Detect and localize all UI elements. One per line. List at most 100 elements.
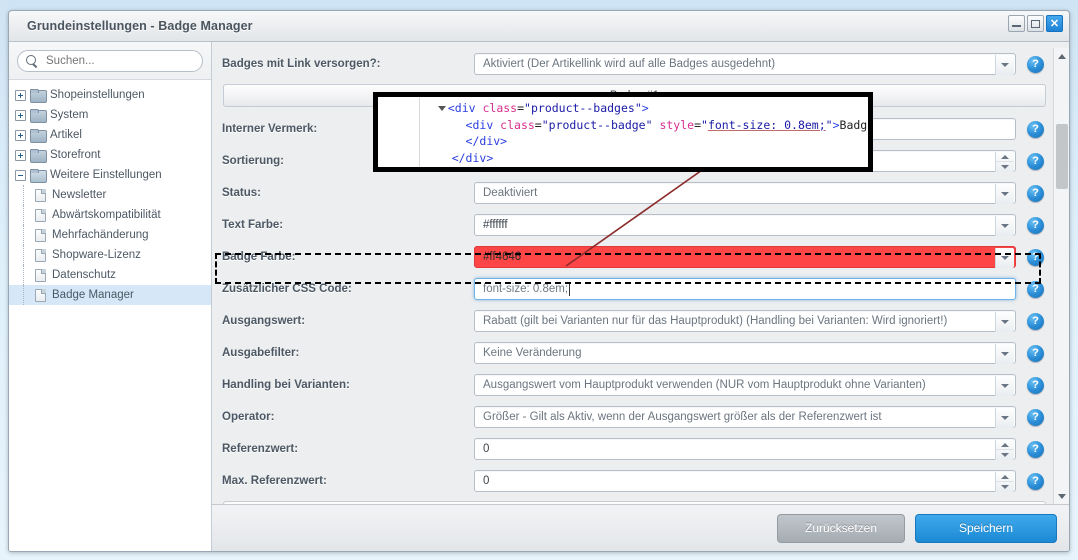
scrollbar-track[interactable] (1054, 64, 1070, 488)
field-control: #ff4646 (474, 246, 1016, 268)
form-row: Referenzwert: 0? (220, 433, 1049, 465)
vertical-scrollbar[interactable] (1053, 48, 1069, 504)
search-box[interactable] (17, 50, 203, 72)
sidebar-item-label: Mehrfachänderung (52, 229, 149, 241)
sidebar-item-system[interactable]: System (9, 105, 211, 125)
help-icon[interactable]: ? (1027, 440, 1044, 458)
sidebar-item-label: Datenschutz (52, 269, 116, 281)
close-button[interactable]: ✕ (1046, 15, 1063, 32)
select-field[interactable]: Rabatt (gilt bei Varianten nur für das H… (474, 310, 1016, 332)
stepper-up-button[interactable] (996, 440, 1014, 450)
field-value: Rabatt (gilt bei Varianten nur für das H… (483, 315, 948, 327)
field-label: Zusätzlicher CSS Code: (222, 283, 352, 295)
sidebar-item-shopeinstellungen[interactable]: Shopeinstellungen (9, 85, 211, 105)
number-field[interactable]: 0 (474, 470, 1016, 492)
stepper-up-button[interactable] (996, 472, 1014, 482)
help-icon[interactable]: ? (1027, 376, 1044, 394)
dropdown-arrow-button[interactable] (995, 184, 1014, 204)
form-row: Ausgangswert: Rabatt (gilt bei Varianten … (220, 305, 1049, 337)
number-stepper[interactable] (995, 440, 1014, 460)
select-field[interactable]: Deaktiviert (474, 182, 1016, 204)
number-stepper[interactable] (995, 152, 1014, 172)
field-label: Text Farbe: (222, 219, 284, 231)
help-icon[interactable]: ? (1027, 344, 1044, 362)
page-icon (35, 268, 46, 282)
select-field[interactable]: Größer - Gilt als Aktiv, wenn der Ausgan… (474, 406, 1016, 428)
number-field[interactable]: 0 (474, 438, 1016, 460)
dropdown-arrow-button[interactable] (995, 216, 1014, 236)
dropdown-arrow-button[interactable] (995, 344, 1014, 364)
sidebar-item-weitere-einstellungen[interactable]: Weitere Einstellungen (9, 165, 211, 185)
code-token: = (694, 117, 701, 132)
help-icon[interactable]: ? (1027, 472, 1044, 490)
sidebar-item-shopware-lizenz[interactable]: Shopware-Lizenz (9, 245, 211, 265)
stepper-down-button[interactable] (996, 482, 1014, 492)
code-fold-icon[interactable] (437, 106, 446, 111)
footer-bar: Zurücksetzen Speichern (212, 504, 1069, 551)
expand-toggle-icon[interactable] (15, 89, 26, 101)
page-icon (35, 248, 46, 262)
stepper-down-button[interactable] (996, 162, 1014, 172)
sidebar-item-abw-rtskompatibilit-t[interactable]: Abwärtskompatibilität (9, 205, 211, 225)
field-label: Ausgangswert: (222, 315, 306, 327)
maximize-button[interactable] (1027, 15, 1044, 32)
sidebar-item-label: Shopeinstellungen (50, 89, 145, 101)
field-value: 0 (483, 475, 490, 487)
select-field[interactable]: #ffffff (474, 214, 1016, 236)
help-icon[interactable]: ? (1027, 152, 1044, 170)
select-field[interactable]: Ausgangswert vom Hauptprodukt verwenden … (474, 374, 1016, 396)
sidebar-item-newsletter[interactable]: Newsletter (9, 185, 211, 205)
sidebar-item-datenschutz[interactable]: Datenschutz (9, 265, 211, 285)
help-icon[interactable]: ? (1027, 120, 1044, 138)
sidebar-item-badge-manager[interactable]: Badge Manager (9, 285, 211, 305)
sidebar: Shopeinstellungen System Artikel Storefront… (9, 42, 212, 551)
scroll-up-button[interactable] (1054, 48, 1070, 64)
expand-toggle-icon[interactable] (15, 149, 26, 161)
select-field[interactable]: Aktiviert (Der Artikellink wird auf alle… (474, 53, 1016, 75)
text-caret (569, 282, 571, 296)
collapse-toggle-icon[interactable] (15, 169, 26, 181)
select-field[interactable]: #ff4646 (474, 246, 1016, 268)
sidebar-item-storefront[interactable]: Storefront (9, 145, 211, 165)
help-icon[interactable]: ? (1027, 248, 1044, 266)
search-icon (26, 54, 39, 68)
code-lines: <div class="product--badges"> <div class… (420, 97, 868, 167)
sidebar-item-mehrfach-nderung[interactable]: Mehrfachänderung (9, 225, 211, 245)
reset-button[interactable]: Zurücksetzen (777, 513, 905, 543)
dropdown-arrow-button[interactable] (995, 248, 1014, 268)
help-icon[interactable]: ? (1027, 55, 1044, 73)
sidebar-item-label: Newsletter (52, 189, 107, 201)
code-token: class (500, 117, 535, 132)
field-label: Badge Farbe: (222, 251, 296, 263)
stepper-up-button[interactable] (996, 152, 1014, 162)
help-icon[interactable]: ? (1027, 216, 1044, 234)
code-token: <div (447, 101, 483, 115)
help-icon[interactable]: ? (1027, 184, 1044, 202)
scroll-down-button[interactable] (1054, 488, 1070, 504)
expand-toggle-icon[interactable] (15, 109, 26, 121)
code-token: " (701, 117, 708, 132)
help-icon[interactable]: ? (1027, 408, 1044, 426)
sidebar-item-artikel[interactable]: Artikel (9, 125, 211, 145)
chevron-down-icon (1001, 63, 1009, 67)
sidebar-search-area (9, 42, 211, 80)
help-icon[interactable]: ? (1027, 280, 1044, 298)
dropdown-arrow-button[interactable] (995, 55, 1014, 75)
form-row: Status: Deaktiviert? (220, 177, 1049, 209)
select-field[interactable]: Keine Veränderung (474, 342, 1016, 364)
form-row: Max. Referenzwert: 0? (220, 465, 1049, 497)
chevron-up-icon (1001, 442, 1009, 447)
minimize-button[interactable] (1008, 15, 1025, 32)
dropdown-arrow-button[interactable] (995, 312, 1014, 332)
text-field[interactable]: font-size: 0.8em; (474, 278, 1016, 300)
dropdown-arrow-button[interactable] (995, 376, 1014, 396)
number-stepper[interactable] (995, 472, 1014, 492)
stepper-down-button[interactable] (996, 450, 1014, 460)
search-input[interactable] (44, 54, 202, 68)
dropdown-arrow-button[interactable] (995, 408, 1014, 428)
expand-toggle-icon[interactable] (15, 129, 26, 141)
scrollbar-thumb[interactable] (1055, 124, 1068, 189)
save-button[interactable]: Speichern (915, 513, 1057, 543)
help-icon[interactable]: ? (1027, 312, 1044, 330)
field-control: Rabatt (gilt bei Varianten nur für das H… (474, 310, 1016, 332)
